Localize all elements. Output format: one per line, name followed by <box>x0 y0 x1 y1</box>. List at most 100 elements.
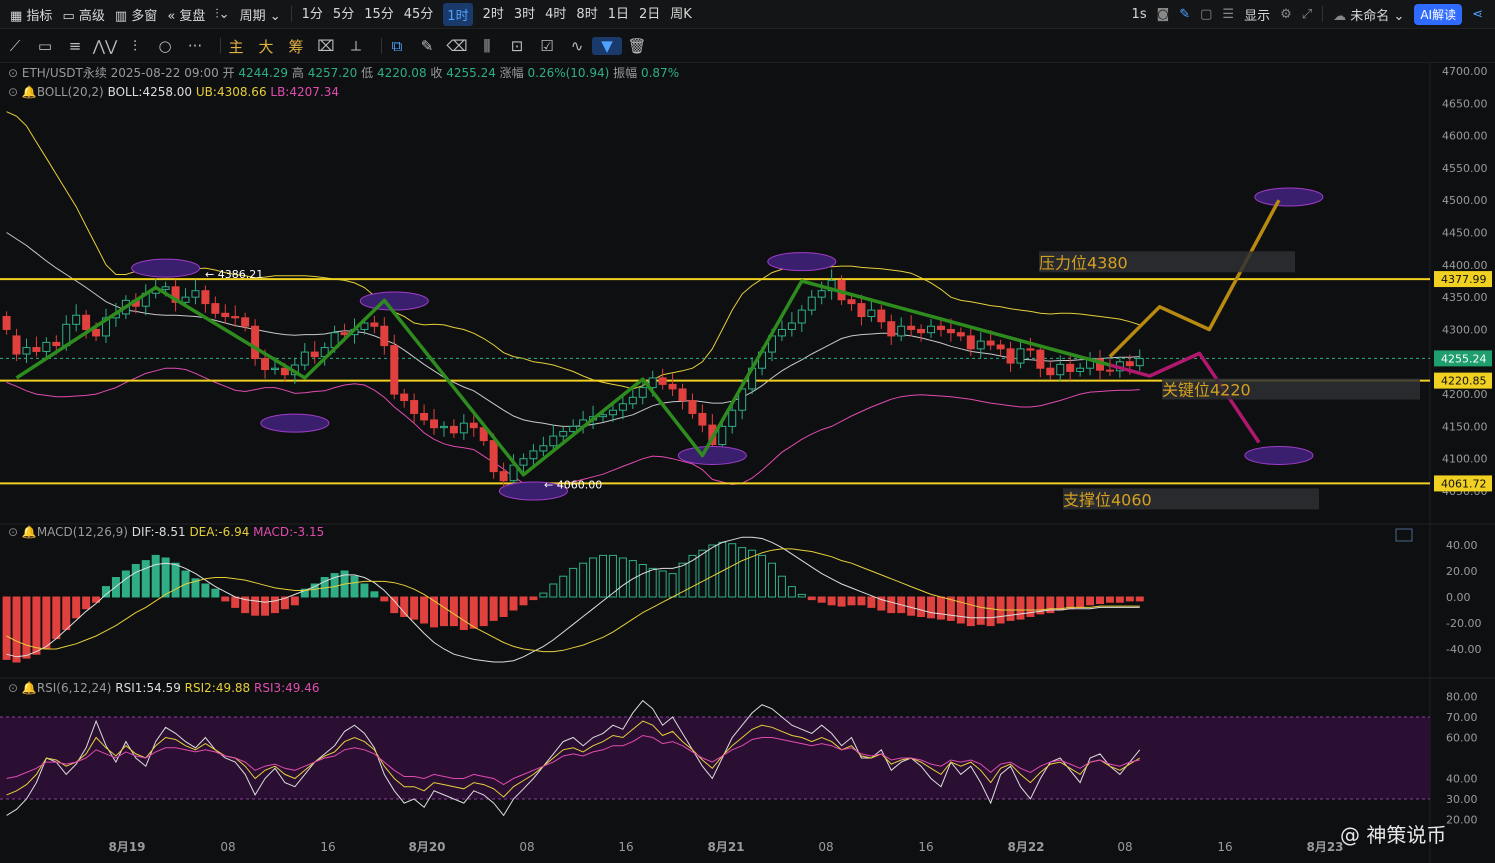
candle-down <box>946 328 955 334</box>
line-tool-icon[interactable]: ⟋ <box>0 37 30 55</box>
period-tab-11[interactable]: 周K <box>670 3 692 26</box>
candle-up <box>549 435 558 447</box>
macd-bar-positive <box>787 586 796 598</box>
macd-bar-negative <box>261 596 270 616</box>
macd-bar-positive <box>777 575 786 598</box>
candle-up <box>1056 363 1065 376</box>
ai-button[interactable]: AI解读 <box>1414 3 1463 25</box>
more-tool-icon[interactable]: ··· <box>180 37 210 55</box>
period-tab-3[interactable]: 45分 <box>404 3 434 26</box>
macd-bar-negative <box>479 596 488 627</box>
candle-tool-icon[interactable]: ⫼ <box>472 37 502 55</box>
candle-up <box>22 347 31 355</box>
candle-up <box>569 425 578 433</box>
period-tab-6[interactable]: 3时 <box>514 3 535 26</box>
macd-legend: ⊙ 🔔MACD(12,26,9) DIF:-8.51 DEA:-6.94 MAC… <box>8 525 324 539</box>
cloud-save-button[interactable]: ☁ 未命名 ⌄ <box>1333 5 1404 24</box>
replay-button[interactable]: « 复盘 <box>167 5 205 24</box>
period-tab-0[interactable]: 1分 <box>302 3 323 26</box>
share-icon[interactable]: ⋖ <box>1472 7 1483 22</box>
annotation-label: 关键位4220 <box>1162 381 1251 400</box>
eraser-tool-icon[interactable]: ⌫ <box>442 37 472 55</box>
circle-tool-icon[interactable]: ○ <box>150 37 180 55</box>
candle-down <box>986 340 995 346</box>
macd-bar-negative <box>907 596 916 616</box>
advanced-button[interactable]: ▭ 高级 <box>62 5 104 24</box>
candle-up <box>1135 358 1144 367</box>
pattern-tool-icon[interactable]: ⋀⋁ <box>90 37 120 55</box>
calc-tool-icon[interactable]: ⌧ <box>311 37 341 55</box>
trash-tool-icon[interactable]: 🗑 <box>622 37 652 55</box>
fullscreen-icon[interactable]: ⤢ <box>1302 7 1312 22</box>
macd-bar-positive <box>758 554 767 598</box>
lock-tool-icon[interactable]: ⊡ <box>502 37 532 55</box>
macd-tick-label: -40.00 <box>1446 643 1481 656</box>
candle-up <box>42 341 51 352</box>
candle-down <box>221 312 230 318</box>
highlight-ellipse <box>1254 187 1324 207</box>
price-tick-label: 4650.00 <box>1442 97 1488 110</box>
price-tick-label: 4450.00 <box>1442 227 1488 240</box>
parallel-tool-icon[interactable]: ⫶ <box>120 37 150 55</box>
candle-down <box>996 344 1005 350</box>
big-overlay-button[interactable]: 大 <box>251 36 281 57</box>
display-button[interactable]: 显示 <box>1244 5 1270 24</box>
pen-icon[interactable]: ✎ <box>1179 7 1190 22</box>
magnet-tool-icon[interactable]: ∿ <box>562 37 592 55</box>
period-tab-7[interactable]: 4时 <box>545 3 566 26</box>
ruler-tool-icon[interactable]: ⟂ <box>341 37 371 55</box>
macd-bar-positive <box>151 554 160 598</box>
price-tick-label: 4100.00 <box>1442 453 1488 466</box>
fib-tool-icon[interactable]: ≡ <box>60 37 90 55</box>
filter-tool-icon[interactable]: ▼ <box>592 37 622 55</box>
select-tool-icon[interactable]: ⧉ <box>382 37 412 55</box>
period-tab-5[interactable]: 2时 <box>483 3 504 26</box>
period-tab-10[interactable]: 2日 <box>639 3 660 26</box>
candle-up <box>608 409 617 416</box>
macd-bar-negative <box>917 596 926 617</box>
macd-bar-negative <box>499 596 508 617</box>
period-tab-9[interactable]: 1日 <box>608 3 629 26</box>
macd-bar-positive <box>131 564 140 598</box>
interval-button[interactable]: 1s <box>1132 7 1147 22</box>
macd-bar-positive <box>648 567 657 598</box>
period-dropdown[interactable]: 周期 ⌄ <box>240 5 281 24</box>
rectangle-tool-icon[interactable]: ▭ <box>30 37 60 55</box>
annotation-label: 支撑位4060 <box>1063 490 1152 509</box>
period-tab-4[interactable]: 1时 <box>443 2 473 26</box>
list-icon[interactable]: ☰ <box>1222 7 1234 22</box>
candle-down <box>658 377 667 385</box>
time-tick-label: 16 <box>1217 840 1232 854</box>
rsi-tick-label: 20.00 <box>1446 814 1478 827</box>
note-tool-icon[interactable]: ☑ <box>532 37 562 55</box>
candle-down <box>370 322 379 327</box>
candle-down <box>241 317 250 327</box>
price-tick-label: 4550.00 <box>1442 162 1488 175</box>
macd-bar-positive <box>201 583 210 598</box>
multi-window-button[interactable]: ▥ 多窗 <box>115 5 157 24</box>
indicator-button[interactable]: ▦ 指标 <box>10 5 52 24</box>
macd-bar-positive <box>360 583 369 598</box>
macd-tick-label: 40.00 <box>1446 539 1478 552</box>
period-tab-1[interactable]: 5分 <box>333 3 354 26</box>
price-tick-label: 4200.00 <box>1442 388 1488 401</box>
advanced-label: 高级 <box>78 8 105 24</box>
pencil-tool-icon[interactable]: ✎ <box>412 37 442 55</box>
highlight-ellipse <box>359 291 429 311</box>
chart-type-button[interactable]: ⫶⌄ <box>215 7 229 22</box>
comment-icon[interactable]: ▢ <box>1200 7 1212 22</box>
macd-bar-negative <box>231 596 240 608</box>
time-tick-label: 16 <box>320 840 335 854</box>
macd-tick-label: 0.00 <box>1446 591 1471 604</box>
candle-up <box>718 425 727 445</box>
period-tab-8[interactable]: 8时 <box>576 3 597 26</box>
gear-icon[interactable]: ⚙ <box>1280 7 1292 22</box>
period-tab-2[interactable]: 15分 <box>364 3 394 26</box>
chip-overlay-button[interactable]: 筹 <box>281 36 311 57</box>
macd-bar-negative <box>42 596 51 650</box>
chart-area[interactable]: 压力位4380关键位4220支撑位4060← 4386.21← 4060.00 … <box>0 63 1495 863</box>
candle-up <box>559 431 568 437</box>
candle-down <box>82 314 91 330</box>
main-overlay-button[interactable]: 主 <box>221 36 251 57</box>
camera-icon[interactable]: ◙ <box>1157 7 1170 22</box>
